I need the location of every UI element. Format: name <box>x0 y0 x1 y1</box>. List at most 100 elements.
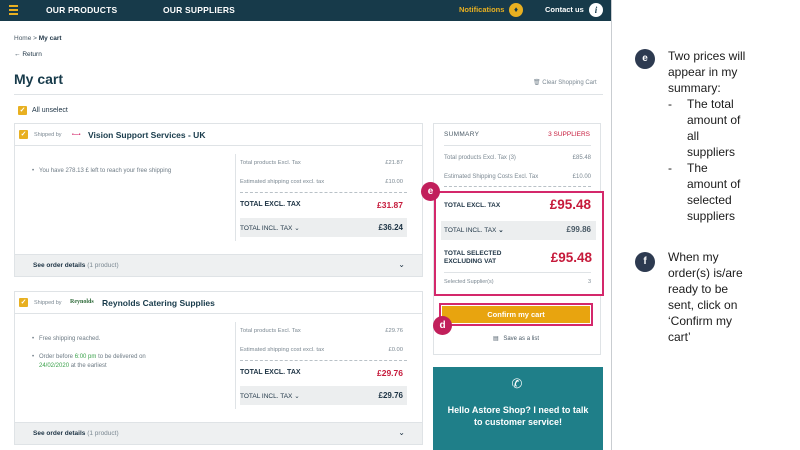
supplier-totals: Total products Excl. Tax £21.87 Estimate… <box>235 154 409 241</box>
product-count: (1 product) <box>87 262 119 269</box>
total-incl-label: TOTAL INCL. TAX <box>240 225 293 232</box>
supplier-checkbox[interactable]: ✓ <box>19 130 28 139</box>
summary-total-incl-value: £99.86 <box>566 225 591 234</box>
shipping-cost-value: £10.00 <box>385 179 403 185</box>
see-order-details-label: See order details <box>33 430 86 437</box>
supplier-checkbox[interactable]: ✓ <box>19 298 28 307</box>
total-incl-row[interactable]: TOTAL INCL. TAX ⌄ £29.76 <box>240 391 407 400</box>
annotation-e-intro: Two prices will appear in my summary: <box>668 49 746 95</box>
supplier-count: 3 SUPPLIERS <box>548 131 590 138</box>
selected-suppliers-value: 3 <box>587 279 591 285</box>
total-excl-label: TOTAL EXCL. TAX <box>240 369 301 376</box>
info-icon[interactable]: i <box>589 3 603 17</box>
shipping-cost-row: Estimated shipping cost excl. tax £0.00 <box>240 347 407 361</box>
free-shipping-remaining: You have 278.13 £ left to reach your fre… <box>39 168 172 174</box>
shipping-cost-value: £0.00 <box>388 347 403 353</box>
summary-total-incl-label: TOTAL INCL. TAX <box>444 227 497 234</box>
selected-suppliers-row: Selected Supplier(s) 3 <box>444 279 591 285</box>
total-excl-row: TOTAL EXCL. TAX £31.87 <box>240 200 407 210</box>
total-products-label: Total products Excl. Tax <box>240 328 301 334</box>
shipped-by-label: Shipped by <box>34 132 62 138</box>
bell-icon[interactable]: ♦ <box>509 3 523 17</box>
chevron-down-icon: ⌄ <box>398 260 405 269</box>
trash-icon: 🗑 <box>533 80 541 86</box>
phone-icon: ✆ <box>511 376 523 391</box>
shipping-cost-label: Estimated shipping cost excl. tax <box>240 179 325 185</box>
product-count: (1 product) <box>87 430 119 437</box>
screen-edge <box>611 0 612 450</box>
divider <box>444 145 591 146</box>
summary-total-incl-row[interactable]: TOTAL INCL. TAX ⌄ £99.86 <box>444 225 591 234</box>
summary-shipping-value: £10.00 <box>572 174 591 180</box>
annotation-f: When my order(s) is/are ready to be sent… <box>668 250 743 344</box>
supplier-totals: Total products Excl. Tax £29.76 Estimate… <box>235 322 409 409</box>
see-order-details[interactable]: See order details (1 product) ⌄ <box>15 254 422 276</box>
supplier-name: Reynolds Catering Supplies <box>102 298 215 308</box>
summary-products-label: Total products Excl. Tax (3) <box>444 155 516 161</box>
total-excl-row: TOTAL EXCL. TAX £29.76 <box>240 368 407 378</box>
selected-suppliers-label: Selected Supplier(s) <box>444 279 494 285</box>
summary-selected-value: £95.48 <box>550 250 592 265</box>
summary-total-excl-label: TOTAL EXCL. TAX <box>444 202 501 209</box>
total-products-row: Total products Excl. Tax £29.76 <box>240 328 407 334</box>
nav-our-products[interactable]: OUR PRODUCTS <box>46 5 117 15</box>
save-as-list-label: Save as a list <box>503 336 540 342</box>
summary-heading: SUMMARY <box>444 131 480 138</box>
annotation-e-item: The total amount of all suppliers <box>668 96 746 160</box>
total-products-value: £29.76 <box>385 328 403 334</box>
breadcrumb: Home > My cart <box>14 35 62 42</box>
breadcrumb-current: My cart <box>38 35 62 42</box>
chevron-down-icon: ⌄ <box>294 393 300 400</box>
delivery-date: 24/02/2020 <box>39 363 70 369</box>
shipping-cost-label: Estimated shipping cost excl. tax <box>240 347 325 353</box>
customer-service-panel[interactable]: ✆ Hello Astore Shop? I need to talk to c… <box>433 367 603 450</box>
total-incl-value: £36.24 <box>378 223 403 232</box>
supplier-note: • Free shipping reached. <box>32 336 101 342</box>
all-unselect-toggle[interactable]: ✓ All unselect <box>18 106 68 115</box>
breadcrumb-home[interactable]: Home <box>14 35 31 42</box>
summary-shipping-label: Estimated Shipping Costs Excl. Tax <box>444 174 539 180</box>
checkbox-checked-icon[interactable]: ✓ <box>18 106 27 115</box>
nav-our-suppliers[interactable]: OUR SUPPLIERS <box>163 5 235 15</box>
supplier-logo: •—• <box>72 132 81 138</box>
clear-cart-label: Clear Shopping Cart <box>542 80 597 86</box>
free-shipping-reached: Free shipping reached. <box>39 336 101 342</box>
see-order-details[interactable]: See order details (1 product) ⌄ <box>15 422 422 444</box>
supplier-header: ✓ Shipped by Reynolds Reynolds Catering … <box>15 292 422 314</box>
return-link[interactable]: ← Return <box>14 51 42 58</box>
summary-selected-label: TOTAL SELECTED EXCLUDING VAT <box>444 250 502 265</box>
page-title: My cart <box>14 71 64 87</box>
highlight-confirm: Confirm my cart <box>439 303 593 326</box>
chevron-down-icon: ⌄ <box>398 428 405 437</box>
all-unselect-label: All unselect <box>32 107 68 114</box>
divider <box>14 94 603 95</box>
total-incl-value: £29.76 <box>378 391 403 400</box>
callout-marker-d: d <box>433 316 452 335</box>
supplier-card: ✓ Shipped by Reynolds Reynolds Catering … <box>14 291 423 445</box>
callout-marker-e: e <box>421 182 440 201</box>
customer-service-text: Hello Astore Shop? I need to talk to cus… <box>447 405 589 427</box>
annotation-marker-e: e <box>635 49 655 69</box>
top-nav: OUR PRODUCTS OUR SUPPLIERS Notifications… <box>0 0 612 21</box>
menu-icon[interactable] <box>9 5 18 15</box>
arrow-left-icon: ← <box>14 51 21 58</box>
list-icon: ▤ <box>493 336 499 342</box>
total-excl-label: TOTAL EXCL. TAX <box>240 201 301 208</box>
highlight-summary-totals: TOTAL EXCL. TAX £95.48 TOTAL INCL. TAX ⌄… <box>434 191 604 296</box>
supplier-card: ✓ Shipped by •—• Vision Support Services… <box>14 123 423 277</box>
breadcrumb-separator: > <box>33 35 37 42</box>
chevron-down-icon: ⌄ <box>294 225 300 232</box>
annotation-marker-f: f <box>635 252 655 272</box>
delivery-note: • Order before 6:00 pm to be delivered o… <box>32 354 146 369</box>
annotation-e-item: The amount of selected suppliers <box>668 160 746 224</box>
confirm-cart-button[interactable]: Confirm my cart <box>442 306 590 323</box>
annotation-e: Two prices will appear in my summary: Th… <box>668 48 763 224</box>
contact-us-link[interactable]: Contact us <box>545 5 584 14</box>
total-products-row: Total products Excl. Tax £21.87 <box>240 160 407 166</box>
save-as-list-button[interactable]: ▤ Save as a list <box>493 335 539 342</box>
total-incl-row[interactable]: TOTAL INCL. TAX ⌄ £36.24 <box>240 223 407 232</box>
supplier-name: Vision Support Services - UK <box>88 130 206 140</box>
clear-cart-button[interactable]: 🗑 Clear Shopping Cart <box>533 79 597 86</box>
summary-total-excl-value: £95.48 <box>549 197 591 212</box>
notifications-link[interactable]: Notifications <box>459 5 504 14</box>
